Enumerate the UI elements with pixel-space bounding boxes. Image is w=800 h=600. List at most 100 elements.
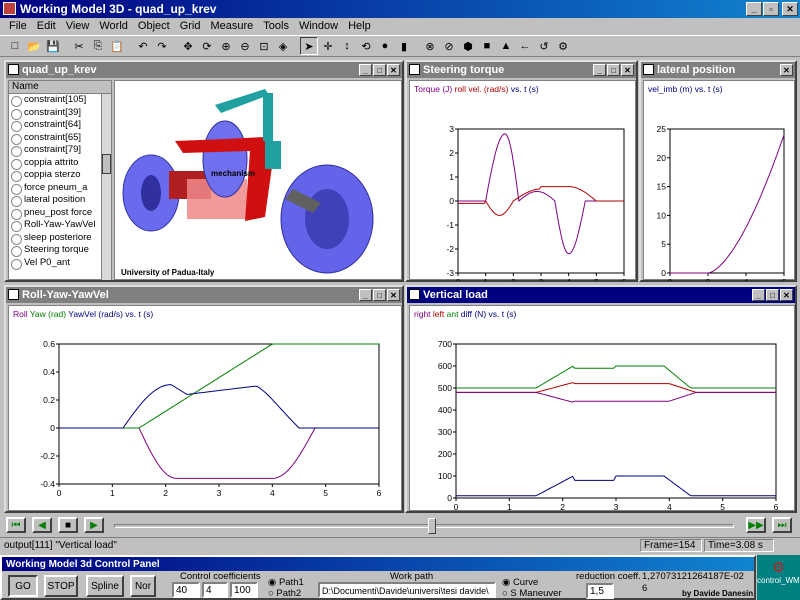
list-scrollbar[interactable] xyxy=(101,94,111,280)
menu-window[interactable]: Window xyxy=(294,20,343,32)
close-icon[interactable]: ✕ xyxy=(387,64,400,76)
fast-forward-icon[interactable]: ⏭ xyxy=(772,517,792,533)
minimize-icon[interactable]: _ xyxy=(593,64,606,76)
stop-button[interactable]: STOP xyxy=(44,575,78,597)
time-slider-thumb[interactable] xyxy=(428,518,436,534)
list-item[interactable]: Steering torque xyxy=(9,244,111,257)
cut-icon[interactable]: ✂ xyxy=(70,37,88,55)
x-tick-label: 2 xyxy=(511,277,516,281)
cone-icon[interactable]: ▲ xyxy=(497,37,515,55)
list-item[interactable]: coppia attrito xyxy=(9,157,111,169)
work-path-field[interactable]: D:\Documenti\Davide\universi\tesi davide… xyxy=(318,582,496,598)
maximize-icon[interactable]: ▫ xyxy=(763,2,779,16)
path1-radio[interactable]: ◉ Path1 xyxy=(268,577,304,588)
minimize-icon[interactable]: _ xyxy=(746,2,762,16)
coef-field-3[interactable]: 100 xyxy=(230,582,258,598)
list-item[interactable]: constraint[105] xyxy=(9,94,111,107)
box-icon[interactable]: ■ xyxy=(478,37,496,55)
list-item[interactable]: constraint[39] xyxy=(9,107,111,119)
minimize-icon[interactable]: _ xyxy=(752,289,765,301)
taskbar-item[interactable]: ⚙ control_WM3D xyxy=(757,555,800,600)
undo-icon[interactable]: ↶ xyxy=(134,37,152,55)
sphere-icon[interactable]: ● xyxy=(376,37,394,55)
step-forward-icon[interactable]: ▶▶ xyxy=(746,517,766,533)
y-tick-label: 5 xyxy=(661,239,666,249)
list-item[interactable]: Vel P0_ant xyxy=(9,257,111,269)
spline-button[interactable]: Spline xyxy=(86,575,124,597)
lateral-position-window: lateral position ✕ vel_imb (m) vs. t (s)… xyxy=(639,60,797,282)
new-icon[interactable]: □ xyxy=(6,37,24,55)
save-icon[interactable]: 💾 xyxy=(44,37,62,55)
menu-measure[interactable]: Measure xyxy=(205,20,258,32)
lateral-plot-pane: vel_imb (m) vs. t (s) 25201510500246 xyxy=(643,80,795,281)
select-icon[interactable]: ✛ xyxy=(319,37,337,55)
list-item[interactable]: sleep posteriore xyxy=(9,232,111,244)
coef-field-2[interactable]: 4 xyxy=(202,582,228,598)
scale-icon[interactable]: ↕ xyxy=(338,37,356,55)
paste-icon[interactable]: 📋 xyxy=(108,37,126,55)
list-item[interactable]: coppia sterzo xyxy=(9,169,111,182)
body-icon[interactable]: ⬢ xyxy=(459,37,477,55)
menu-tools[interactable]: Tools xyxy=(258,20,294,32)
move-icon[interactable]: ✥ xyxy=(179,37,197,55)
close-icon[interactable]: ✕ xyxy=(621,64,634,76)
force-icon[interactable]: ← xyxy=(516,37,534,55)
close-icon[interactable]: ✕ xyxy=(387,289,400,301)
list-item[interactable]: force pneum_a xyxy=(9,182,111,194)
open-icon[interactable]: 📂 xyxy=(25,37,43,55)
copy-icon[interactable]: ⎘ xyxy=(89,37,107,55)
nor-button[interactable]: Nor xyxy=(130,575,156,597)
cylinder-icon[interactable]: ▮ xyxy=(395,37,413,55)
menu-grid[interactable]: Grid xyxy=(175,20,206,32)
curve-radio[interactable]: ◉ Curve xyxy=(502,577,538,588)
list-item[interactable]: pneu_post force xyxy=(9,207,111,219)
play-icon[interactable]: ▶ xyxy=(84,517,104,533)
minimize-icon[interactable]: _ xyxy=(359,64,372,76)
menu-edit[interactable]: Edit xyxy=(32,20,61,32)
menu-world[interactable]: World xyxy=(94,20,133,32)
constraint-icon[interactable]: ⊘ xyxy=(440,37,458,55)
time-slider-track[interactable] xyxy=(114,524,734,528)
maximize-icon[interactable]: □ xyxy=(607,64,620,76)
list-item[interactable]: Roll-Yaw-YawVel xyxy=(9,219,111,232)
list-item[interactable]: constraint[64] xyxy=(9,119,111,132)
zoom-in-icon[interactable]: ⊕ xyxy=(217,37,235,55)
menu-object[interactable]: Object xyxy=(133,20,175,32)
torque-icon[interactable]: ↺ xyxy=(535,37,553,55)
joint-icon[interactable]: ⊗ xyxy=(421,37,439,55)
maximize-icon[interactable]: □ xyxy=(766,289,779,301)
step-back-icon[interactable]: ◀ xyxy=(32,517,52,533)
path2-radio[interactable]: ○ Path2 xyxy=(268,588,301,599)
list-item[interactable]: lateral position xyxy=(9,194,111,207)
reduction-field[interactable]: 1,5 xyxy=(586,583,614,599)
close-icon[interactable]: ✕ xyxy=(780,64,793,76)
y-tick-label: 1 xyxy=(449,172,454,182)
stop-icon[interactable]: ■ xyxy=(58,517,78,533)
list-item[interactable]: constraint[65] xyxy=(9,132,111,144)
minimize-icon[interactable]: _ xyxy=(359,289,372,301)
y-tick-label: 100 xyxy=(438,471,452,481)
maximize-icon[interactable]: □ xyxy=(373,289,386,301)
close-icon[interactable]: ✕ xyxy=(782,2,798,16)
list-item[interactable]: constraint[79] xyxy=(9,144,111,157)
redo-icon[interactable]: ↷ xyxy=(153,37,171,55)
x-tick-label: 0 xyxy=(668,277,673,281)
maximize-icon[interactable]: □ xyxy=(373,64,386,76)
motor-icon[interactable]: ⚙ xyxy=(554,37,572,55)
rewind-icon[interactable]: ⏮ xyxy=(6,517,26,533)
close-icon[interactable]: ✕ xyxy=(780,289,793,301)
view-icon[interactable]: ◈ xyxy=(274,37,292,55)
menu-file[interactable]: File xyxy=(4,20,32,32)
arrow-icon[interactable]: ➤ xyxy=(300,37,318,55)
menu-view[interactable]: View xyxy=(61,20,95,32)
scroll-thumb[interactable] xyxy=(102,154,111,174)
menu-help[interactable]: Help xyxy=(343,20,376,32)
zoom-out-icon[interactable]: ⊖ xyxy=(236,37,254,55)
zoom-fit-icon[interactable]: ⊡ xyxy=(255,37,273,55)
go-button[interactable]: GO xyxy=(8,575,38,597)
rotate-icon[interactable]: ⟳ xyxy=(198,37,216,55)
coef-field-1[interactable]: 40 xyxy=(172,582,200,598)
spin-icon[interactable]: ⟲ xyxy=(357,37,375,55)
smaneuver-radio[interactable]: ○ S Maneuver xyxy=(502,588,562,599)
3d-viewport[interactable]: mechanism University of Padua-Italy xyxy=(114,80,402,280)
